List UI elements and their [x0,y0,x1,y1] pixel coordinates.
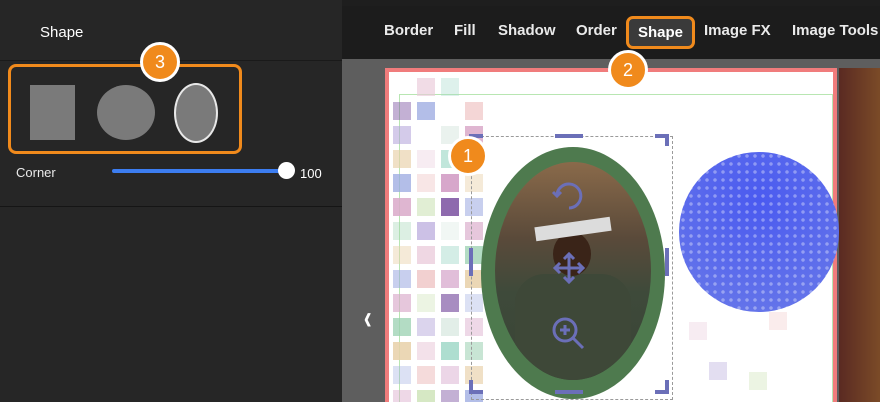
tab-fill[interactable]: Fill [454,22,476,39]
zoom-icon[interactable] [552,317,585,350]
step-badge-2: 2 [608,50,648,90]
page [385,68,839,402]
corner-value: 100 [300,166,322,181]
tab-image-tools[interactable]: Image Tools [792,22,878,39]
corner-slider-thumb[interactable] [278,162,295,179]
selection-handles [469,134,669,394]
next-page-preview[interactable] [839,68,880,402]
canvas-area: ‹ [342,59,880,402]
shape-circle-option[interactable] [97,85,155,140]
chevron-left-icon[interactable]: ‹ [364,299,372,338]
step-badge-1: 1 [448,136,488,176]
corner-handle-bl[interactable] [469,380,483,394]
rotate-icon[interactable] [551,182,583,210]
shape-square-option[interactable] [30,85,75,140]
step-badge-3: 3 [140,42,180,82]
section-divider [0,206,342,207]
tab-image-fx[interactable]: Image FX [704,22,771,39]
tab-shape[interactable]: Shape [626,16,696,49]
app-window: Shape Corner 100 Border Fill Shadow Orde… [0,0,880,402]
corner-label: Corner [16,165,56,180]
tab-order[interactable]: Order [576,22,617,39]
tab-border[interactable]: Border [384,22,433,39]
toolbar: Border Fill Shadow Order Shape Image FX … [342,6,880,59]
shape-oval-option[interactable] [174,83,218,143]
corner-slider[interactable] [112,169,288,173]
shape-options [8,64,242,154]
tab-shadow[interactable]: Shadow [498,22,556,39]
corner-handle-br[interactable] [655,380,669,394]
move-icon[interactable] [552,251,586,285]
corner-handle-tr[interactable] [655,134,669,146]
panel-title: Shape [40,24,84,41]
